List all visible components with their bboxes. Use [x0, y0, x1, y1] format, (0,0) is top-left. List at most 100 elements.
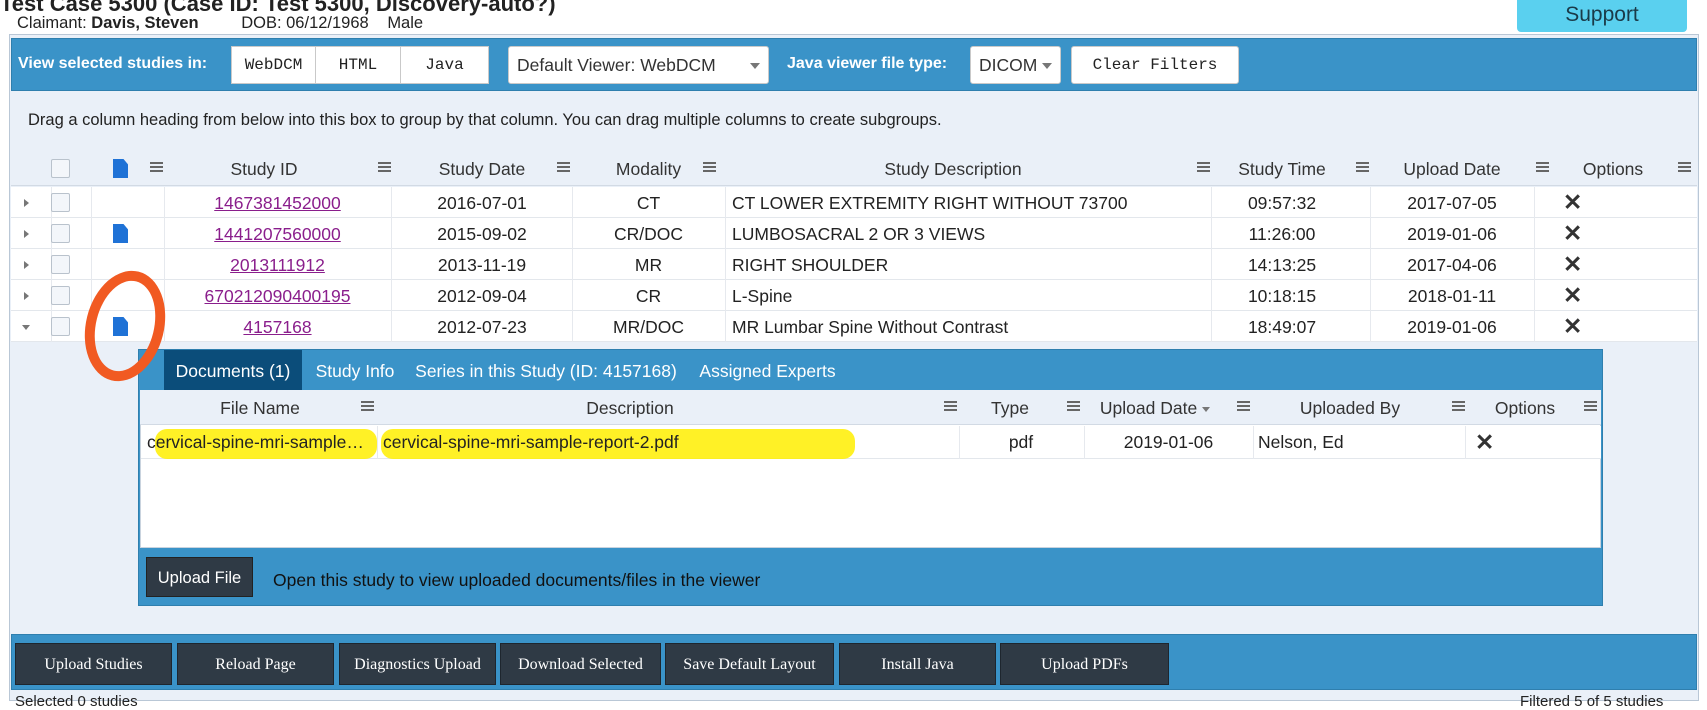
col-file-name[interactable]: File Name: [140, 390, 380, 424]
viewer-toolbar: View selected studies in: WebDCM HTML Ja…: [11, 38, 1697, 91]
document-icon[interactable]: [113, 224, 128, 243]
divider: [725, 187, 726, 218]
delete-icon[interactable]: ✕: [1563, 187, 1582, 218]
column-menu-icon[interactable]: [1237, 401, 1250, 414]
divider: [377, 426, 378, 459]
column-menu-icon[interactable]: [1678, 162, 1691, 175]
expand-arrow-icon[interactable]: [24, 292, 29, 300]
column-menu-icon[interactable]: [944, 401, 957, 414]
col-study-id[interactable]: Study ID: [164, 151, 364, 185]
bottom-action-bar: Upload Studies Reload Page Diagnostics U…: [11, 634, 1697, 690]
col-doc-upload-date[interactable]: Upload Date: [1080, 390, 1230, 424]
table-row[interactable]: 2013111912 2013-11-19 MR RIGHT SHOULDER 14:1…: [11, 249, 1697, 280]
study-id-link[interactable]: 1441207560000: [164, 218, 391, 249]
col-doc-upload-date-label: Upload Date: [1099, 398, 1198, 418]
diagnostics-upload-button[interactable]: Diagnostics Upload: [339, 643, 496, 685]
table-row[interactable]: 1441207560000 2015-09-02 CR/DOC LUMBOSACRAL…: [11, 218, 1697, 249]
row-checkbox[interactable]: [51, 224, 70, 243]
java-type-select[interactable]: DICOM: [970, 46, 1061, 84]
study-time: 11:26:00: [1248, 224, 1316, 244]
claimant-name: Davis, Steven: [91, 14, 199, 32]
col-upload-date[interactable]: Upload Date: [1370, 151, 1534, 185]
row-checkbox[interactable]: [51, 255, 70, 274]
study-date: 2016-07-01: [437, 193, 527, 213]
table-row[interactable]: 670212090400195 2012-09-04 CR L-Spine 10:18:…: [11, 280, 1697, 311]
reload-page-button[interactable]: Reload Page: [177, 643, 334, 685]
col-type[interactable]: Type: [960, 390, 1060, 424]
view-webdcm-button[interactable]: WebDCM: [231, 46, 316, 84]
study-id-link[interactable]: 1467381452000: [164, 187, 391, 218]
divider: [725, 311, 726, 342]
delete-icon[interactable]: ✕: [1563, 280, 1582, 311]
clear-filters-button[interactable]: Clear Filters: [1071, 46, 1239, 84]
col-study-description[interactable]: Study Description: [717, 151, 1189, 185]
chevron-down-icon: [1042, 63, 1052, 69]
upload-studies-button[interactable]: Upload Studies: [15, 643, 172, 685]
table-row[interactable]: 4157168 2012-07-23 MR/DOC MR Lumbar Spine W…: [11, 311, 1697, 342]
col-study-time[interactable]: Study Time: [1211, 151, 1353, 185]
claimant-sex: Male: [387, 14, 424, 32]
study-modality: MR/DOC: [613, 317, 684, 337]
divider: [1534, 249, 1535, 280]
study-id-link[interactable]: 2013111912: [164, 249, 391, 280]
column-menu-icon[interactable]: [1452, 401, 1465, 414]
doc-type: pdf: [1008, 432, 1034, 452]
delete-icon[interactable]: ✕: [1563, 218, 1582, 249]
delete-icon[interactable]: ✕: [1563, 249, 1582, 280]
row-checkbox[interactable]: [51, 193, 70, 212]
claimant-dob: DOB: 06/12/1968: [241, 14, 369, 32]
col-description[interactable]: Description: [380, 390, 880, 424]
divider: [725, 280, 726, 311]
column-menu-icon[interactable]: [1067, 401, 1080, 414]
sort-desc-icon: [1202, 406, 1211, 412]
study-upload-date: 2019-01-06: [1407, 224, 1497, 244]
study-date: 2012-09-04: [437, 286, 527, 306]
save-default-layout-button[interactable]: Save Default Layout: [665, 643, 834, 685]
study-id-link[interactable]: 4157168: [164, 311, 391, 342]
column-menu-icon[interactable]: [1197, 162, 1210, 175]
study-id-link[interactable]: 670212090400195: [164, 280, 391, 311]
column-menu-icon[interactable]: [703, 162, 716, 175]
column-menu-icon[interactable]: [1536, 162, 1549, 175]
expand-arrow-icon[interactable]: [24, 199, 29, 207]
column-menu-icon[interactable]: [361, 401, 374, 414]
default-viewer-select[interactable]: Default Viewer: WebDCM: [508, 46, 769, 84]
support-button[interactable]: Support: [1517, 0, 1687, 32]
study-date: 2015-09-02: [437, 224, 527, 244]
document-row[interactable]: cervical-spine-mri-sample… cervical-spin…: [141, 426, 1601, 459]
col-uploaded-by[interactable]: Uploaded By: [1250, 390, 1450, 424]
col-study-date[interactable]: Study Date: [391, 151, 573, 185]
delete-icon[interactable]: ✕: [1563, 311, 1582, 342]
tab-study-info[interactable]: Study Info: [305, 350, 405, 390]
divider: [959, 426, 960, 459]
expand-arrow-icon[interactable]: [24, 230, 29, 238]
study-modality: CT: [636, 193, 661, 213]
tab-assigned-experts[interactable]: Assigned Experts: [690, 350, 845, 390]
delete-icon[interactable]: ✕: [1475, 427, 1494, 458]
download-selected-button[interactable]: Download Selected: [500, 643, 661, 685]
collapse-arrow-icon[interactable]: [22, 325, 30, 330]
group-by-dropzone[interactable]: Drag a column heading from below into th…: [28, 111, 942, 130]
doc-file-name[interactable]: cervical-spine-mri-sample…: [147, 426, 375, 459]
row-checkbox[interactable]: [51, 317, 70, 336]
select-all-checkbox[interactable]: [51, 159, 70, 178]
divider: [1084, 426, 1085, 459]
column-menu-icon[interactable]: [378, 162, 391, 175]
install-java-button[interactable]: Install Java: [839, 643, 996, 685]
view-java-button[interactable]: Java: [400, 46, 489, 84]
tab-series[interactable]: Series in this Study (ID: 4157168): [411, 350, 681, 390]
upload-pdfs-button[interactable]: Upload PDFs: [1000, 643, 1169, 685]
expand-arrow-icon[interactable]: [24, 261, 29, 269]
column-menu-icon[interactable]: [1584, 401, 1597, 414]
java-type-value: DICOM: [979, 55, 1038, 75]
tab-documents[interactable]: Documents (1): [164, 350, 302, 390]
column-menu-icon[interactable]: [1356, 162, 1369, 175]
default-viewer-value: Default Viewer: WebDCM: [517, 55, 716, 75]
column-menu-icon[interactable]: [557, 162, 570, 175]
column-menu-icon[interactable]: [150, 162, 163, 175]
row-checkbox[interactable]: [51, 286, 70, 305]
studies-grid-header: Study ID Study Date Modality Study Descr…: [11, 151, 1697, 186]
upload-file-button[interactable]: Upload File: [146, 557, 253, 597]
table-row[interactable]: 1467381452000 2016-07-01 CT CT LOWER EXTREM…: [11, 187, 1697, 218]
view-html-button[interactable]: HTML: [315, 46, 401, 84]
